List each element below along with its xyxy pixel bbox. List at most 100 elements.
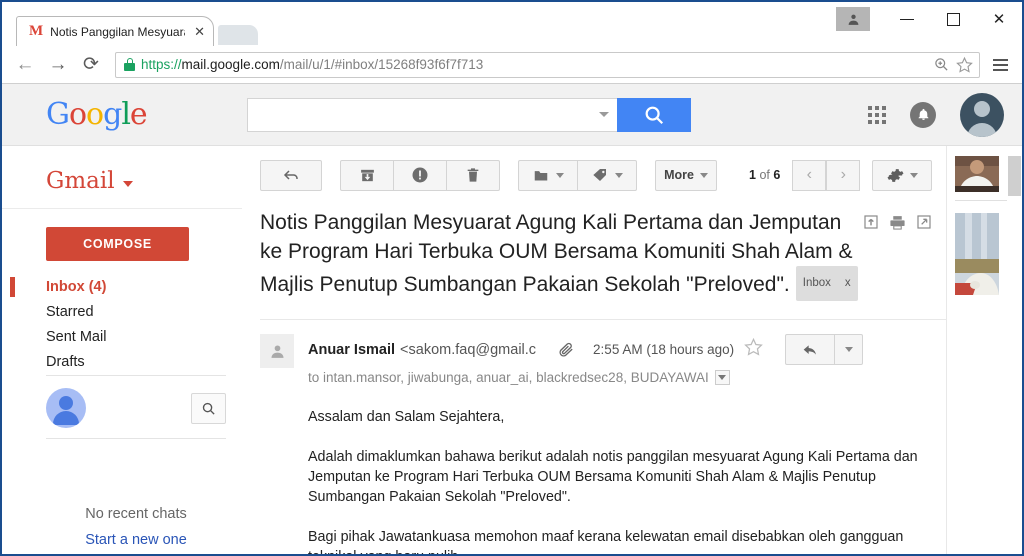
tab-close-icon[interactable]: ✕ [192, 24, 207, 40]
gmail-brand[interactable]: Gmail [2, 146, 242, 208]
bell-icon[interactable] [910, 101, 936, 128]
bookmark-star-icon[interactable] [956, 56, 973, 73]
chevron-down-icon [615, 172, 623, 178]
sidebar-item-drafts[interactable]: Drafts [2, 350, 242, 375]
reply-button[interactable] [785, 334, 836, 365]
scrollbar-thumb[interactable] [1008, 156, 1021, 196]
photo-thumbnail[interactable] [955, 156, 999, 192]
chat-search-icon[interactable] [191, 392, 226, 424]
back-icon[interactable]: ← [10, 50, 40, 80]
sidebar: Gmail COMPOSE Inbox (4) Starred Sent Mai… [2, 146, 242, 554]
forward-icon[interactable]: → [43, 50, 73, 80]
pagination-status: 1 of 6 [749, 168, 780, 182]
maximize-button[interactable] [930, 2, 976, 36]
attachment-preview-panel [946, 146, 1022, 554]
selected-indicator [10, 277, 15, 297]
star-icon[interactable] [744, 337, 763, 362]
message-more-options-icon[interactable] [835, 334, 864, 365]
app-body: Gmail COMPOSE Inbox (4) Starred Sent Mai… [2, 146, 1022, 554]
sender-email: <sakom.faq@gmail.c [400, 341, 537, 358]
message-timestamp: 2:55 AM (18 hours ago) [593, 342, 735, 357]
address-bar[interactable]: https://mail.google.com/mail/u/1/#inbox/… [115, 51, 980, 78]
show-details-caret-icon[interactable] [714, 370, 730, 385]
window-controls: ✕ [836, 2, 1022, 36]
url-text: https://mail.google.com/mail/u/1/#inbox/… [141, 57, 928, 72]
chevron-down-icon [699, 172, 708, 178]
message-body: Assalam dan Salam Sejahtera, Adalah dima… [308, 407, 946, 554]
search-box[interactable] [246, 97, 617, 132]
scrollbar[interactable] [1007, 146, 1022, 554]
previous-message-button[interactable]: ‹ [792, 159, 827, 191]
message-content: Notis Panggilan Mesyuarat Agung Kali Per… [242, 204, 946, 554]
gmail-m-icon: M [29, 23, 44, 39]
next-message-button[interactable]: › [826, 159, 861, 191]
subject-text: Notis Panggilan Mesyuarat Agung Kali Per… [260, 211, 853, 296]
url-scheme: https:// [141, 57, 182, 72]
more-label: More [664, 168, 694, 182]
browser-menu-icon[interactable] [989, 55, 1012, 75]
sidebar-divider [2, 208, 242, 209]
chat-empty-text: No recent chats [85, 506, 187, 522]
gmail-brand-label: Gmail [46, 168, 115, 194]
trash-icon[interactable] [446, 159, 500, 191]
message-paragraph: Bagi pihak Jawatankuasa memohon maaf ker… [308, 529, 904, 554]
chevron-down-icon [556, 172, 564, 178]
profile-chip-icon[interactable] [836, 7, 870, 31]
browser-window: M Notis Panggilan Mesyuara ✕ ✕ ← → ⟳ htt… [0, 0, 1024, 556]
attachment-paperclip-icon[interactable] [558, 341, 575, 358]
lock-icon [124, 58, 135, 71]
label-tag-icon[interactable] [577, 159, 637, 191]
search-options-caret-icon[interactable] [598, 112, 609, 117]
search-button[interactable] [616, 97, 691, 132]
label-chip-text: Inbox [802, 277, 831, 289]
browser-tab[interactable]: M Notis Panggilan Mesyuara ✕ [16, 16, 214, 46]
omnibox-icons [934, 56, 973, 73]
account-avatar[interactable] [960, 92, 1004, 137]
apps-grid-icon[interactable] [868, 105, 886, 124]
settings-gear-button[interactable] [872, 159, 932, 191]
label-chip: Inbox x [795, 266, 858, 301]
message-actions-group [340, 159, 500, 191]
recipients-line: to intan.mansor, jiwabunga, anuar_ai, bl… [308, 370, 932, 385]
title-bar: M Notis Panggilan Mesyuara ✕ ✕ [2, 2, 1022, 46]
reply-group [785, 334, 864, 365]
sender-name[interactable]: Anuar Ismail [308, 342, 395, 358]
message-paragraph: Adalah dimaklumkan bahawa berikut adalah… [308, 449, 918, 505]
sidebar-nav: Inbox (4) Starred Sent Mail Drafts [2, 275, 242, 375]
pager-total: 6 [773, 168, 781, 182]
sidebar-item-inbox[interactable]: Inbox (4) [2, 275, 242, 300]
sidebar-item-starred[interactable]: Starred [2, 300, 242, 325]
chevron-down-icon[interactable] [122, 181, 133, 187]
photo-thumbnail[interactable] [955, 213, 999, 295]
start-new-chat-link[interactable]: Start a new one [85, 532, 187, 548]
zoom-icon[interactable] [934, 57, 949, 72]
pager-current: 1 [749, 168, 756, 182]
minimize-button[interactable] [884, 2, 930, 36]
compose-button[interactable]: COMPOSE [46, 227, 189, 261]
sidebar-item-sent-mail[interactable]: Sent Mail [2, 325, 242, 350]
report-spam-icon[interactable] [393, 159, 447, 191]
label-chip-remove-icon[interactable]: x [845, 269, 851, 298]
collapse-all-icon[interactable] [863, 214, 879, 231]
search-input[interactable] [255, 106, 599, 123]
reload-icon[interactable]: ⟳ [76, 50, 106, 80]
folder-icon[interactable] [518, 159, 578, 191]
chat-section: No recent chats Start a new one [46, 375, 226, 553]
thumbnail-divider [955, 200, 1014, 201]
open-in-new-window-icon[interactable] [916, 214, 932, 231]
archive-icon[interactable] [340, 159, 394, 191]
back-arrow-icon[interactable] [260, 159, 322, 191]
sender-block: Anuar Ismail <sakom.faq@gmail.c 2:55 AM … [260, 319, 946, 385]
search-area [246, 97, 691, 132]
chat-avatar[interactable] [46, 388, 86, 428]
chevron-down-icon [909, 172, 918, 178]
close-button[interactable]: ✕ [976, 2, 1022, 36]
google-header: Google [2, 84, 1022, 146]
tab-title: Notis Panggilan Mesyuara [50, 24, 186, 39]
google-logo: Google [46, 96, 148, 132]
new-tab-button[interactable] [218, 25, 258, 45]
print-icon[interactable] [889, 214, 906, 231]
back-to-inbox-group [260, 159, 322, 191]
tab-strip: M Notis Panggilan Mesyuara ✕ [2, 2, 258, 46]
more-button[interactable]: More [655, 159, 717, 191]
